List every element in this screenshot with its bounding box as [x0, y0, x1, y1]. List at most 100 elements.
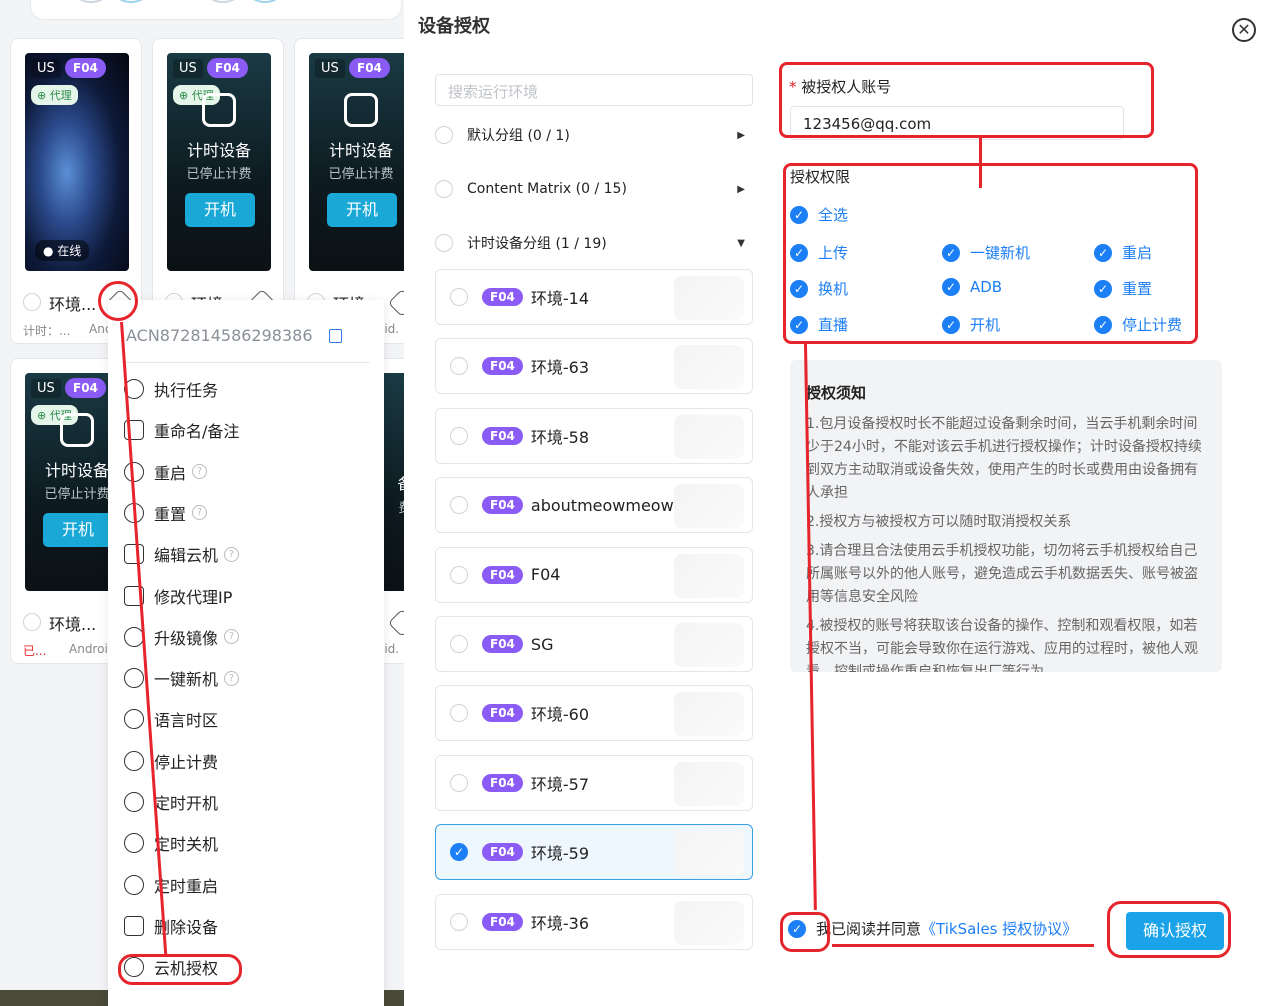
env-row[interactable]: F04 F04	[435, 546, 753, 603]
watermark-logo-icon	[674, 276, 744, 320]
agreement-link[interactable]: 《TikSales 授权协议》	[921, 918, 1077, 939]
checked-icon[interactable]: ✓	[450, 843, 468, 862]
menu-item[interactable]: 停止计费	[124, 746, 218, 776]
close-icon[interactable]: ✕	[1232, 18, 1256, 42]
env-row[interactable]: F04 环境-63	[435, 338, 753, 395]
menu-item[interactable]: 执行任务	[124, 374, 218, 404]
env-row[interactable]: F04 环境-60	[435, 685, 753, 742]
env-name: 环境-60	[530, 705, 590, 725]
menu-item[interactable]: 删除设备	[124, 911, 218, 941]
copy-icon[interactable]	[328, 328, 342, 343]
env-radio[interactable]	[450, 426, 468, 445]
menu-item[interactable]: 重命名/备注	[124, 415, 239, 445]
menu-item[interactable]: 一键新机?	[124, 663, 240, 693]
region-tag: US	[31, 379, 61, 398]
help-icon[interactable]: ?	[224, 670, 240, 686]
group-label: Content Matrix (0 / 15)	[467, 181, 627, 197]
notice-item: 3.请合理且合法使用云手机授权功能，切勿将云手机授权给自己所属账号以外的他人账号…	[806, 543, 1198, 605]
menu-item-label: 升级镜像	[154, 628, 219, 648]
env-radio[interactable]	[450, 704, 468, 723]
start-button[interactable]: 开机	[43, 513, 113, 547]
notice-item: 2.授权方与被授权方可以随时取消授权关系	[806, 514, 1072, 530]
menu-item[interactable]: 定时开机	[124, 787, 218, 817]
env-row[interactable]: F04 环境-14	[435, 269, 753, 325]
device-screenshot[interactable]: US F04 计时设备 已停止计费 开机	[309, 53, 404, 271]
help-icon[interactable]: ?	[224, 546, 240, 562]
menu-item[interactable]: 语言时区	[124, 704, 218, 734]
model-tag: F04	[207, 58, 248, 78]
start-button[interactable]: 开机	[327, 193, 397, 227]
menu-item-label: 停止计费	[154, 752, 219, 772]
env-row[interactable]: F04 SG	[435, 616, 753, 672]
env-row[interactable]: F04 环境-57	[435, 754, 753, 811]
env-name: 环境-36	[530, 913, 590, 933]
device-screenshot[interactable]: US F04 ⊕ 代理 ● 在线	[25, 53, 129, 271]
menu-item[interactable]: 编辑云机?	[124, 539, 240, 569]
model-badge: F04	[482, 357, 523, 376]
group-row[interactable]: 默认分组 (0 / 1) ▶	[435, 120, 751, 150]
help-icon[interactable]: ?	[192, 464, 208, 480]
env-row[interactable]: F04 环境-36	[435, 893, 753, 950]
menu-item[interactable]: 定时关机	[124, 828, 218, 858]
menu-item[interactable]: 定时重启	[124, 870, 218, 900]
billing-stopped-label: 已停止计费	[328, 167, 394, 182]
help-icon[interactable]: ?	[224, 629, 240, 645]
watermark-logo-icon	[674, 761, 744, 806]
group-row[interactable]: Content Matrix (0 / 15) ▶	[435, 174, 751, 204]
env-search-input[interactable]: 搜索运行环境	[435, 74, 753, 106]
menu-item-icon	[124, 750, 144, 771]
help-icon[interactable]: ?	[192, 505, 208, 521]
device-os: Androi	[69, 642, 108, 656]
caret-right-icon[interactable]: ▶	[737, 184, 745, 195]
device-select-radio[interactable]	[23, 613, 41, 631]
device-id: ACN872814586298386	[126, 326, 313, 345]
menu-item-label: 重置	[154, 504, 187, 524]
env-radio[interactable]	[450, 912, 468, 931]
group-radio[interactable]	[435, 180, 453, 198]
timed-device-label: 计时设备	[186, 141, 251, 160]
env-radio[interactable]	[450, 773, 468, 792]
group-radio[interactable]	[435, 234, 453, 252]
settings-gear-icon[interactable]	[387, 288, 404, 318]
device-screenshot[interactable]: US F04 ⊕ 代理 计时设备 已停止计费 开机	[167, 53, 271, 271]
menu-item-label: 修改代理IP	[154, 587, 233, 607]
group-row[interactable]: 计时设备分组 (1 / 19) ▼	[435, 228, 751, 258]
annotation-arrow-line	[979, 138, 982, 188]
toolbar-circle[interactable]	[249, 0, 281, 3]
device-card[interactable]: US F04 ⊕ 代理 计时设备 已停止计费 开机 环境	[152, 38, 284, 344]
menu-item-icon	[124, 544, 144, 565]
device-card[interactable]: US F04 计时设备 已停止计费 开机 环境 oid.	[294, 38, 404, 344]
env-row[interactable]: ✓ F04 环境-59	[435, 824, 753, 881]
group-radio[interactable]	[435, 126, 453, 144]
timer-device-icon	[202, 93, 236, 127]
toolbar-circle[interactable]	[75, 0, 107, 3]
caret-down-icon[interactable]: ▼	[737, 238, 745, 249]
model-badge: F04	[482, 912, 523, 931]
env-radio[interactable]	[450, 565, 468, 584]
toolbar-circle[interactable]	[115, 0, 147, 3]
device-authorization-dialog: 设备授权 ✕ 搜索运行环境 默认分组 (0 / 1) ▶ Content Mat…	[404, 0, 1268, 1006]
caret-right-icon[interactable]: ▶	[737, 130, 745, 141]
notice-item: 4.被授权的账号将获取该台设备的操作、控制和观看权限，如若授权不当，可能会导致你…	[806, 618, 1198, 672]
model-tag: F04	[349, 58, 390, 78]
watermark-logo-icon	[674, 345, 744, 390]
env-radio[interactable]	[450, 635, 468, 653]
settings-gear-icon[interactable]	[387, 608, 404, 638]
region-tag: US	[31, 59, 61, 78]
device-list-background: US F04 ⊕ 代理 ● 在线 环境... 计时：... Anc US F04…	[0, 0, 404, 1006]
env-radio[interactable]	[450, 496, 468, 515]
toolbar-circle[interactable]	[207, 0, 239, 3]
menu-item-icon	[124, 709, 144, 730]
agreement-row[interactable]: ✓ 我已阅读并同意 《TikSales 授权协议》	[788, 918, 1077, 939]
env-name: 环境-58	[530, 427, 590, 447]
menu-item[interactable]: 重启?	[124, 457, 208, 487]
start-button[interactable]: 开机	[185, 193, 255, 227]
env-radio[interactable]	[450, 288, 468, 306]
model-badge: F04	[482, 635, 523, 653]
env-radio[interactable]	[450, 357, 468, 376]
env-row[interactable]: F04 aboutmeowmeow	[435, 477, 753, 534]
device-select-radio[interactable]	[23, 293, 41, 311]
menu-item-icon	[124, 668, 144, 689]
annotation-account-highlight	[779, 62, 1154, 138]
env-row[interactable]: F04 环境-58	[435, 407, 753, 464]
